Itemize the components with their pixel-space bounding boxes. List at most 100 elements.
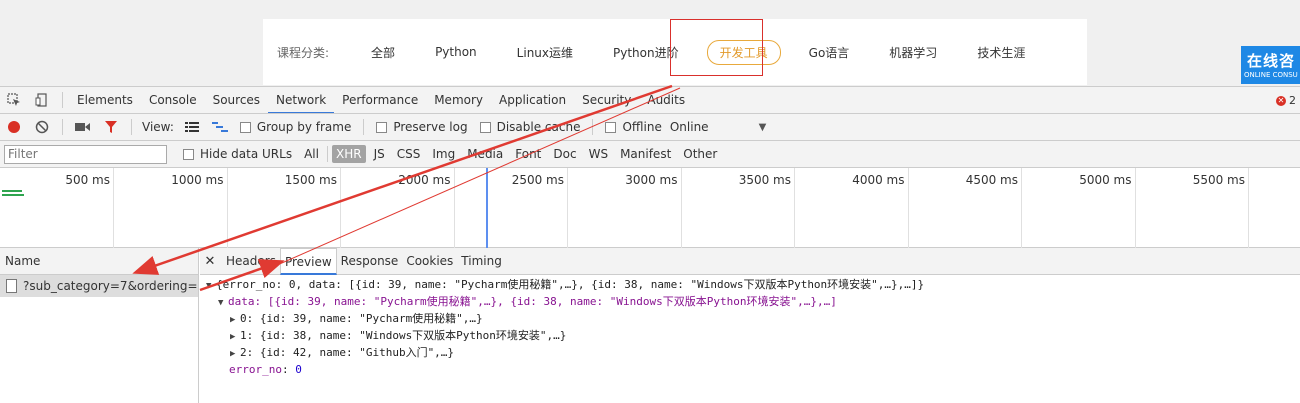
timeline-tick-label: 500 ms: [65, 173, 110, 187]
timeline-tick-label: 4000 ms: [852, 173, 905, 187]
timeline-gridline: [1021, 168, 1022, 248]
timeline-gridline: [453, 168, 455, 248]
filter-input[interactable]: [4, 144, 167, 164]
tab-memory[interactable]: Memory: [426, 87, 491, 113]
error-icon: ✕: [1276, 95, 1286, 106]
preview-root-row[interactable]: ▼ {error_no: 0, data: [{id: 39, name: "Py…: [200, 277, 1300, 294]
expanded-triangle-icon[interactable]: ▼: [206, 278, 216, 294]
preview-item-row[interactable]: ▶ 1: {id: 38, name: "Windows下双版本Python环境安…: [200, 328, 1300, 345]
timeline-gridline: [226, 168, 228, 248]
tab-preview[interactable]: Preview: [279, 247, 337, 275]
large-rows-icon[interactable]: [181, 117, 203, 137]
group-by-frame-label: Group by frame: [256, 120, 352, 134]
expanded-triangle-icon[interactable]: ▼: [218, 295, 228, 311]
timeline-gridline: [794, 168, 795, 248]
type-filter-js[interactable]: JS: [370, 145, 389, 163]
type-filter-other[interactable]: Other: [679, 145, 721, 163]
tab-audits[interactable]: Audits: [639, 87, 693, 113]
preview-item-row[interactable]: ▶ 0: {id: 39, name: "Pycharm使用秘籍",…}: [200, 311, 1300, 328]
request-list: Name ?sub_category=7&ordering=: [0, 248, 199, 403]
website-area: 课程分类: 全部 Python Linux运维 Python进阶 开发工具 Go…: [0, 0, 1300, 86]
waterfall-bar: [2, 194, 24, 196]
tab-network[interactable]: Network: [268, 87, 335, 113]
hide-data-urls-checkbox[interactable]: Hide data URLs: [183, 147, 292, 161]
device-toolbar-icon[interactable]: [31, 90, 53, 110]
tab-timing[interactable]: Timing: [457, 248, 506, 275]
filter-icon[interactable]: [100, 117, 122, 137]
type-filter-doc[interactable]: Doc: [549, 145, 580, 163]
request-detail-pane: ✕ Headers Preview Response Cookies Timin…: [200, 247, 1300, 403]
category-machine-learning[interactable]: 机器学习: [869, 44, 957, 61]
type-filter-ws[interactable]: WS: [585, 145, 612, 163]
offline-checkbox[interactable]: Offline: [605, 120, 662, 134]
type-filter-css[interactable]: CSS: [393, 145, 425, 163]
clear-icon[interactable]: [31, 117, 53, 137]
tab-sources[interactable]: Sources: [205, 87, 268, 113]
timeline-gridline: [907, 168, 909, 248]
type-filter-img[interactable]: Img: [428, 145, 459, 163]
capture-screenshots-icon[interactable]: [72, 117, 94, 137]
category-python[interactable]: Python: [415, 45, 497, 59]
tab-application[interactable]: Application: [491, 87, 574, 113]
close-icon[interactable]: ✕: [202, 254, 218, 269]
collapsed-triangle-icon[interactable]: ▶: [230, 346, 240, 362]
type-filter-all[interactable]: All: [300, 145, 323, 163]
checkbox-box: [183, 148, 194, 160]
preview-root: {error_no: 0, data: [{id: 39, name: "Pyc…: [216, 278, 925, 291]
network-timeline-overview[interactable]: 500 ms 1000 ms 1500 ms 2000 ms 2500 ms 3000 m…: [0, 168, 1300, 248]
collapsed-triangle-icon[interactable]: ▶: [230, 329, 240, 345]
preserve-log-checkbox[interactable]: Preserve log: [376, 120, 468, 134]
tab-elements[interactable]: Elements: [69, 87, 141, 113]
timeline-tick-label: 3000 ms: [625, 173, 678, 187]
type-filter-manifest[interactable]: Manifest: [616, 145, 675, 163]
request-row[interactable]: ?sub_category=7&ordering=: [0, 275, 198, 297]
category-label: 课程分类:: [277, 45, 330, 60]
chevron-down-icon[interactable]: ▼: [759, 122, 767, 133]
inspect-element-icon[interactable]: [3, 90, 25, 110]
checkbox-box: [605, 121, 617, 133]
timeline-tick-label: 5500 ms: [1192, 173, 1245, 187]
network-toolbar: View: Group by frame Preserve log Disabl…: [0, 114, 1300, 141]
waterfall-overview-icon[interactable]: [209, 117, 231, 137]
timeline-gridline: [340, 168, 341, 248]
online-consult-button[interactable]: 在线咨 ONLINE CONSU: [1241, 46, 1300, 84]
category-linux-ops[interactable]: Linux运维: [497, 44, 593, 61]
tab-cookies[interactable]: Cookies: [402, 248, 457, 275]
timeline-tick-label: 2500 ms: [511, 173, 564, 187]
tab-response[interactable]: Response: [337, 248, 403, 275]
dom-content-loaded-marker: [486, 168, 488, 248]
type-filter-xhr[interactable]: XHR: [331, 145, 366, 163]
tab-performance[interactable]: Performance: [334, 87, 426, 113]
separator: [592, 119, 594, 135]
timeline-gridline: [1134, 168, 1136, 248]
checkbox-box: [479, 121, 491, 133]
waterfall-bar: [2, 190, 22, 192]
devtools-tabbar: Elements Console Sources Network Perform…: [0, 87, 1300, 114]
throttling-select[interactable]: Online: [670, 120, 709, 134]
category-go[interactable]: Go语言: [789, 44, 870, 61]
type-filter-font[interactable]: Font: [511, 145, 545, 163]
timeline-tick-label: 4500 ms: [965, 173, 1018, 187]
tab-security[interactable]: Security: [574, 87, 639, 113]
timeline-gridline: [1248, 168, 1249, 248]
timeline-gridline: [567, 168, 568, 248]
filter-bar: Hide data URLs All XHR JS CSS Img Media …: [0, 141, 1300, 168]
tab-console[interactable]: Console: [141, 87, 205, 113]
collapsed-triangle-icon[interactable]: ▶: [230, 312, 240, 328]
preview-item-row[interactable]: ▶ 2: {id: 42, name: "Github入门",…}: [200, 345, 1300, 362]
disable-cache-checkbox[interactable]: Disable cache: [479, 120, 580, 134]
consult-label: 在线咨: [1247, 52, 1296, 70]
preview-data-row[interactable]: ▼ data: [{id: 39, name: "Pycharm使用秘籍",…},…: [200, 294, 1300, 311]
error-counter[interactable]: ✕ 2: [1276, 94, 1296, 107]
type-filter-media[interactable]: Media: [463, 145, 507, 163]
category-career[interactable]: 技术生涯: [957, 44, 1045, 61]
hide-data-urls-label: Hide data URLs: [200, 147, 293, 161]
preserve-log-label: Preserve log: [393, 120, 468, 134]
tab-headers[interactable]: Headers: [222, 248, 280, 275]
record-icon[interactable]: [3, 117, 25, 137]
name-column-header[interactable]: Name: [0, 248, 198, 275]
group-by-frame-checkbox[interactable]: Group by frame: [239, 120, 352, 134]
detail-tabbar: ✕ Headers Preview Response Cookies Timin…: [200, 247, 1300, 275]
category-all[interactable]: 全部: [351, 44, 415, 61]
separator: [62, 92, 63, 108]
